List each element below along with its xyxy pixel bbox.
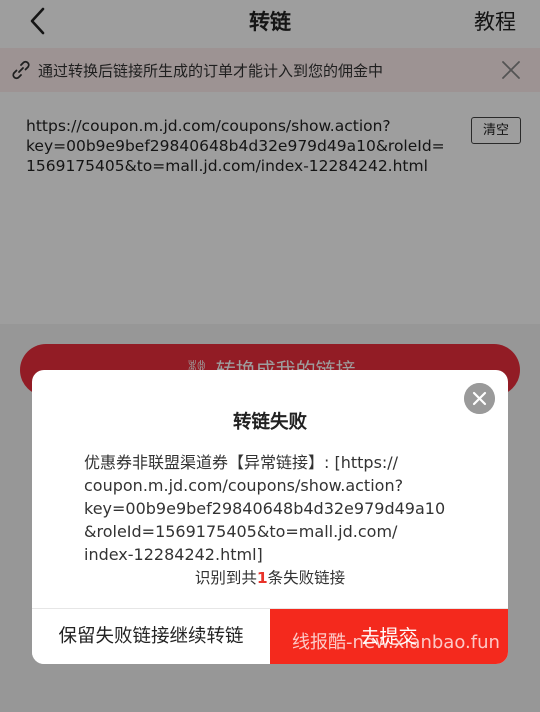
count-suffix: 条失败链接: [267, 569, 346, 587]
message-line: &roleId=1569175405&to=mall.jd.com/: [84, 522, 398, 541]
message-line: 优惠券非联盟渠道券【异常链接】: [https://: [84, 453, 399, 472]
count-number: 1: [256, 569, 268, 587]
message-line: coupon.m.jd.com/coupons/show.action?: [84, 476, 404, 495]
dialog-message: 优惠券非联盟渠道券【异常链接】: [https:// coupon.m.jd.c…: [84, 451, 484, 566]
message-line: index-12284242.html]: [84, 545, 263, 564]
watermark: 线报酷-new.xianbao.fun: [292, 632, 500, 653]
dialog-title: 转链失败: [232, 412, 307, 433]
count-prefix: 识别到共: [194, 569, 257, 587]
failure-dialog: 转链失败 优惠券非联盟渠道券【异常链接】: [https:// coupon.m…: [32, 370, 508, 664]
message-line: key=00b9e9bef29840648b4d32e979d49a10: [84, 499, 446, 518]
failure-count: 识别到共1条失败链接: [32, 566, 508, 588]
keep-and-continue-button[interactable]: 保留失败链接继续转链: [32, 609, 270, 664]
